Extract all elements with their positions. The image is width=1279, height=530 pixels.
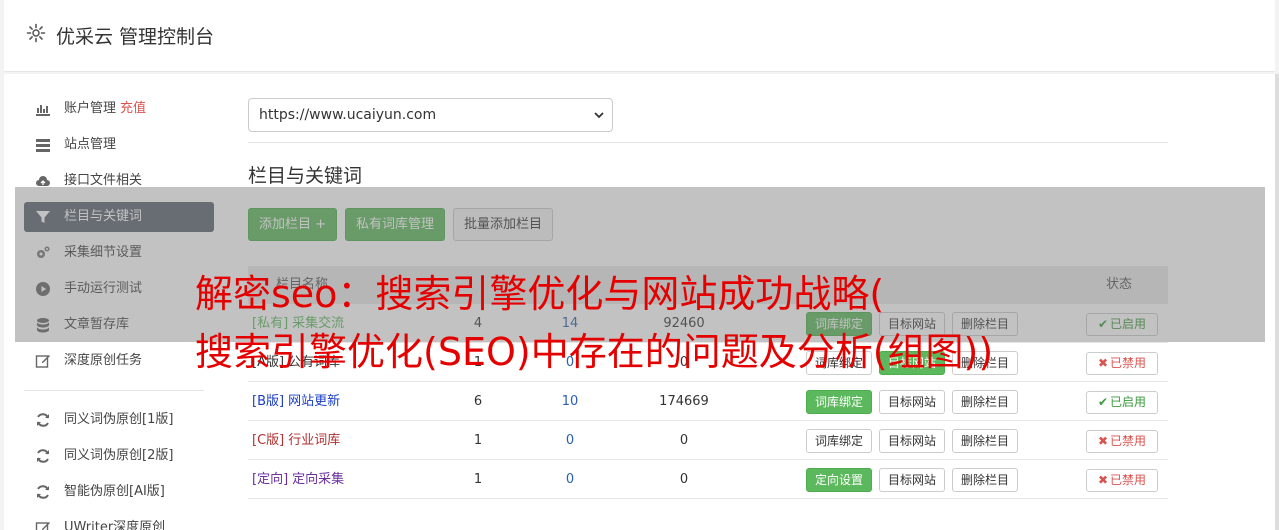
status-label: 已禁用 [1110,473,1147,487]
site-select-value: https://www.ucaiyun.com [259,107,437,123]
count-2[interactable]: 0 [540,421,600,460]
refresh-icon [37,413,49,427]
sidebar-item-label: 同义词伪原创[1版] [64,412,174,427]
sidebar-item-synonym-v1[interactable]: 同义词伪原创[1版] [24,405,214,435]
cross-icon: ✖ [1097,434,1109,448]
recharge-link[interactable]: 充值 [120,101,146,116]
overlay-headline: 解密seo：搜索引擎优化与网站成功战略( 搜索引擎优化(SEO)中存在的问题及分… [195,265,1235,381]
delete-column-button[interactable]: 删除栏目 [952,429,1019,453]
refresh-icon [37,449,49,463]
table-row: [定向] 定向采集 1 0 0 定向设置 目标网站 删除栏目 ✖ 已禁用 [248,460,1168,499]
column-name[interactable]: [B版] 网站更新 [252,382,340,421]
bind-library-button[interactable]: 词库绑定 [806,429,873,453]
delete-column-button[interactable]: 删除栏目 [952,390,1019,414]
count-1: 1 [473,433,483,448]
status-toggle[interactable]: ✖ 已禁用 [1086,469,1158,492]
refresh-icon [37,485,49,499]
target-site-button[interactable]: 目标网站 [879,429,946,453]
app-header: 优采云 管理控制台 [4,0,1275,72]
table-row: [B版] 网站更新 6 10 174669 词库绑定 目标网站 删除栏目 ✔ 已启用 [248,382,1168,421]
sidebar-item-label: UWriter深度原创 [64,520,166,530]
sidebar-item-ai-rewrite[interactable]: 智能伪原创[AI版] [24,477,214,507]
column-name-text: 网站更新 [288,394,341,409]
column-tag: [定向] [252,472,289,487]
count-1: 6 [473,394,483,409]
sidebar-item-deep-original[interactable]: 深度原创任务 [24,346,214,376]
column-name-text: 行业词库 [288,433,341,448]
site-select[interactable]: https://www.ucaiyun.com [248,98,613,132]
column-name-text: 定向采集 [292,472,345,487]
sidebar-item-synonym-v2[interactable]: 同义词伪原创[2版] [24,441,214,471]
page-title: 优采云 管理控制台 [56,26,215,48]
edit-icon [35,355,50,368]
sidebar-item-account[interactable]: 账户管理 充值 [24,94,214,124]
sidebar-item-label: 深度原创任务 [64,353,143,368]
section-title: 栏目与关键词 [248,165,363,187]
sidebar-item-label: 账户管理 [64,101,117,116]
count-3: 174669 [659,394,709,409]
sidebar-item-label: 站点管理 [64,137,117,152]
divider [248,142,1168,143]
bar-chart-icon [36,105,50,116]
delete-column-button[interactable]: 删除栏目 [952,468,1019,492]
table-row: [C版] 行业词库 1 0 0 词库绑定 目标网站 删除栏目 ✖ 已禁用 [248,421,1168,460]
count-1: 1 [473,472,483,487]
bind-library-button[interactable]: 词库绑定 [806,390,873,414]
overlay-line-1: 解密seo：搜索引擎优化与网站成功战略( [195,272,885,316]
status-toggle[interactable]: ✔ 已启用 [1086,391,1158,414]
count-2[interactable]: 10 [540,382,600,421]
bind-library-button[interactable]: 定向设置 [806,468,873,492]
count-3: 0 [679,472,689,487]
server-icon [36,139,50,152]
edit-icon [35,522,50,530]
sidebar-item-uwriter[interactable]: UWriter深度原创 [24,513,214,530]
target-site-button[interactable]: 目标网站 [879,390,946,414]
count-2[interactable]: 0 [540,460,600,499]
column-name[interactable]: [定向] 定向采集 [252,460,344,499]
sidebar-divider [24,390,204,391]
target-site-button[interactable]: 目标网站 [879,468,946,492]
sidebar-item-sites[interactable]: 站点管理 [24,130,214,160]
status-toggle[interactable]: ✖ 已禁用 [1086,430,1158,453]
sidebar-item-label: 智能伪原创[AI版] [64,484,165,499]
scrollbar[interactable] [1275,74,1279,530]
cross-icon: ✖ [1097,473,1109,487]
overlay-line-2: 搜索引擎优化(SEO)中存在的问题及分析(组图)) [195,330,994,374]
gear-icon [26,23,46,43]
column-name[interactable]: [C版] 行业词库 [252,421,340,460]
column-tag: [C版] [252,433,285,448]
column-tag: [B版] [252,394,285,409]
check-icon: ✔ [1097,395,1109,409]
status-label: 已启用 [1110,395,1147,409]
status-label: 已禁用 [1110,434,1147,448]
sidebar-item-label: 同义词伪原创[2版] [64,448,174,463]
count-3: 0 [679,433,689,448]
sidebar-item-label: 接口文件相关 [64,173,143,188]
chevron-down-icon [594,112,604,119]
